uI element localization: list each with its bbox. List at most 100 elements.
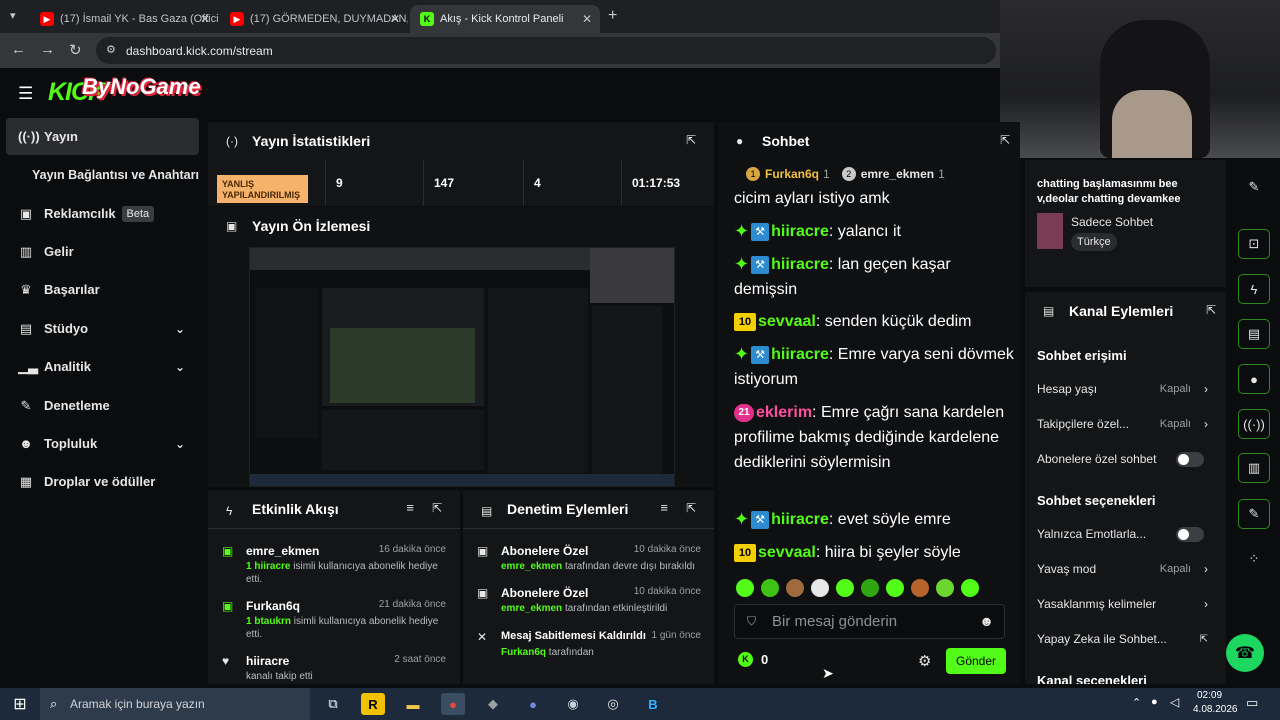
moderation-user[interactable]: emre_ekmen — [501, 561, 562, 572]
popout-icon[interactable]: ⇱ — [432, 501, 442, 515]
kick-points[interactable]: K 0 — [738, 652, 768, 667]
reload-icon[interactable]: ↻ — [69, 41, 82, 59]
steam-icon[interactable]: ◉ — [561, 693, 585, 715]
sidebar-item-yayin[interactable]: ((·)) Yayın — [6, 118, 199, 155]
popout-icon[interactable]: ⇱ — [1206, 303, 1216, 317]
emote-icon[interactable] — [961, 579, 979, 597]
chat-username[interactable]: sevvaal — [758, 313, 816, 330]
sidebar-item-denetleme[interactable]: ✎ Denetleme — [6, 387, 199, 424]
back-icon[interactable]: ← — [11, 41, 26, 58]
emote-icon[interactable] — [861, 579, 879, 597]
emote-icon[interactable] — [886, 579, 904, 597]
url-field[interactable]: ⚙ dashboard.kick.com/stream — [96, 37, 996, 64]
forward-icon[interactable]: → — [40, 41, 55, 58]
subscribers-only-row[interactable]: Abonelere özel sohbet — [1037, 451, 1217, 467]
close-icon[interactable]: ✕ — [582, 12, 592, 26]
gifter-name[interactable]: Furkan6q — [765, 167, 819, 181]
followers-only-row[interactable]: Takipçilere özel... Kapalı › — [1037, 416, 1217, 432]
chat-username[interactable]: eklerim — [756, 404, 812, 421]
apps-icon[interactable]: ⁘ — [1238, 544, 1270, 574]
category-name[interactable]: Sadece Sohbet — [1071, 215, 1153, 229]
app-icon-2[interactable]: ◆ — [481, 693, 505, 715]
actions-icon[interactable]: ▥ — [1238, 453, 1270, 483]
sidebar-item-studyo[interactable]: ▤ Stüdyo ⌄ — [6, 310, 199, 347]
emote-icon[interactable] — [936, 579, 954, 597]
app-icon-3[interactable]: B — [641, 693, 665, 715]
lightning-icon[interactable]: ϟ — [1238, 274, 1270, 304]
activity-highlight[interactable]: 1 hiiracre — [246, 561, 290, 572]
edit-icon[interactable]: ✎ — [1238, 172, 1270, 202]
sidebar-item-analitik[interactable]: ▁▃ Analitik ⌄ — [6, 348, 199, 385]
new-tab-icon[interactable]: + — [608, 7, 617, 25]
windows-start-icon[interactable]: ⊞ — [8, 693, 32, 715]
menu-icon[interactable]: ☰ — [18, 84, 33, 104]
filter-icon[interactable]: ≡ — [660, 500, 668, 515]
mic-icon[interactable]: ● — [1151, 696, 1158, 708]
emote-icon[interactable] — [761, 579, 779, 597]
emote-icon[interactable] — [811, 579, 829, 597]
chat-message-input[interactable]: ⛉ Bir mesaj gönderin ☻ — [734, 604, 1005, 639]
sidebar-item-gelir[interactable]: ▥ Gelir — [6, 233, 199, 270]
discord-icon[interactable]: ● — [521, 693, 545, 715]
filter-icon[interactable]: ≡ — [406, 500, 414, 515]
popout-icon[interactable]: ⇱ — [1000, 133, 1010, 147]
taskbar-search[interactable]: ⌕ Aramak için buraya yazın — [40, 688, 310, 720]
notification-icon[interactable]: ▭ — [1246, 695, 1258, 711]
chat-username[interactable]: hiiracre — [771, 256, 829, 273]
activity-user[interactable]: emre_ekmen — [246, 544, 319, 558]
sidebar-item-reklamcilik[interactable]: ▣ Reklamcılık Beta — [6, 195, 199, 232]
language-tag[interactable]: Türkçe — [1071, 233, 1117, 251]
emoji-icon[interactable]: ☻ — [979, 613, 994, 629]
emote-only-toggle[interactable] — [1176, 526, 1204, 542]
popout-icon[interactable]: ⇱ — [686, 501, 696, 515]
chat-icon[interactable]: ● — [1238, 364, 1270, 394]
account-age-row[interactable]: Hesap yaşı Kapalı › — [1037, 381, 1217, 397]
tab-search-icon[interactable]: ▾ — [10, 9, 16, 22]
chat-username[interactable]: sevvaal — [758, 544, 816, 561]
popout-icon[interactable]: ⇱ — [686, 133, 696, 147]
subscribers-only-toggle[interactable] — [1176, 451, 1204, 467]
emote-icon[interactable] — [836, 579, 854, 597]
sidebar-item-basarilar[interactable]: ♛ Başarılar — [6, 271, 199, 308]
document-icon[interactable]: ▤ — [1238, 319, 1270, 349]
clock-date[interactable]: 4.08.2026 — [1193, 704, 1238, 715]
emote-icon[interactable] — [736, 579, 754, 597]
send-button[interactable]: Gönder — [946, 648, 1006, 674]
tab-youtube-1[interactable]: ▶ (17) İsmail YK - Bas Gaza (Offici ✕ — [30, 5, 218, 33]
broadcast-icon[interactable]: ((·)) — [1238, 409, 1270, 439]
activity-highlight[interactable]: 1 btaukrn — [246, 616, 291, 627]
tab-youtube-2[interactable]: ▶ (17) GÖRMEDEN, DUYMADAN, İ ✕ — [220, 5, 408, 33]
activity-user[interactable]: hiiracre — [246, 654, 289, 668]
chrome-icon[interactable]: ● — [441, 693, 465, 715]
obs-icon[interactable]: ◎ — [601, 693, 625, 715]
help-button[interactable]: ☎ — [1226, 634, 1264, 672]
task-view-icon[interactable]: ⧉ — [321, 693, 345, 715]
wrench-icon[interactable]: ✎ — [1238, 499, 1270, 529]
close-icon[interactable]: ✕ — [200, 12, 210, 26]
category-thumbnail[interactable] — [1037, 213, 1063, 249]
chat-username[interactable]: hiiracre — [771, 346, 829, 363]
close-icon[interactable]: ✕ — [390, 12, 400, 26]
speaker-icon[interactable]: ◁ — [1170, 695, 1179, 709]
activity-user[interactable]: Furkan6q — [246, 599, 300, 613]
camera-icon[interactable]: ⊡ — [1238, 229, 1270, 259]
chat-username[interactable]: hiiracre — [771, 223, 829, 240]
emote-only-row[interactable]: Yalnızca Emotlarla... — [1037, 526, 1217, 542]
stream-preview-video[interactable] — [249, 247, 675, 487]
chat-username[interactable]: hiiracre — [771, 511, 829, 528]
moderation-user[interactable]: Furkan6q — [501, 647, 546, 658]
emote-icon[interactable] — [786, 579, 804, 597]
sidebar-item-droplar[interactable]: ▦ Droplar ve ödüller — [6, 463, 199, 500]
sidebar-item-topluluk[interactable]: ☻ Topluluk ⌄ — [6, 425, 199, 462]
gifter-name[interactable]: emre_ekmen — [861, 167, 934, 181]
clock-time[interactable]: 02:09 — [1197, 690, 1222, 701]
tab-kick[interactable]: K Akış - Kick Kontrol Paneli ✕ — [410, 5, 600, 33]
app-icon-1[interactable]: R — [361, 693, 385, 715]
chat-settings-icon[interactable]: ⚙ — [918, 652, 931, 670]
emote-icon[interactable] — [911, 579, 929, 597]
slow-mode-row[interactable]: Yavaş mod Kapalı › — [1037, 561, 1217, 577]
ai-chat-row[interactable]: Yapay Zeka ile Sohbet... ⇱ — [1037, 631, 1217, 647]
tray-chevron-icon[interactable]: ⌃ — [1132, 696, 1141, 709]
sidebar-item-stream-key[interactable]: Yayın Bağlantısı ve Anahtarı — [6, 156, 199, 193]
moderation-user[interactable]: emre_ekmen — [501, 603, 562, 614]
